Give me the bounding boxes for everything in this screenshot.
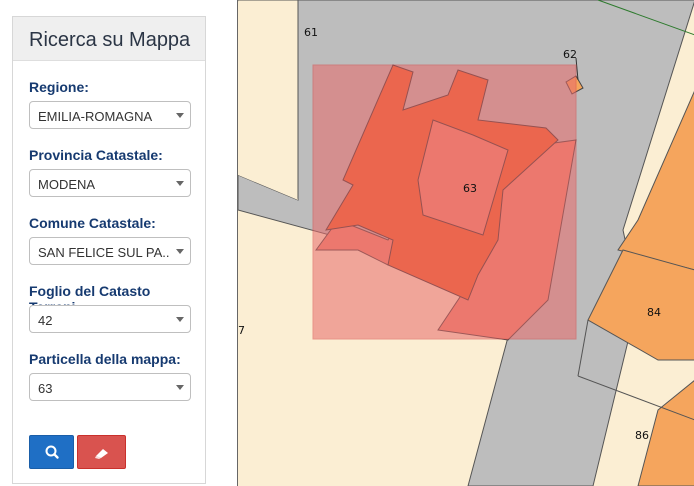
particella-select[interactable]: 63: [29, 373, 191, 401]
chevron-down-icon: [176, 181, 184, 186]
search-icon: [45, 445, 59, 459]
panel-title: Ricerca su Mappa: [29, 29, 191, 51]
chevron-down-icon: [176, 249, 184, 254]
regione-value: EMILIA-ROMAGNA: [38, 109, 153, 124]
parcel-label-86: 86: [635, 429, 649, 442]
particella-value: 63: [38, 381, 53, 396]
search-button[interactable]: [29, 435, 74, 469]
clear-button[interactable]: [77, 435, 126, 469]
provincia-value: MODENA: [38, 177, 96, 192]
comune-value: SAN FELICE SUL PA...: [38, 245, 170, 260]
particella-label: Particella della mappa:: [29, 351, 181, 367]
cadastral-map[interactable]: 61 62 63 84 86 7: [237, 0, 694, 486]
provincia-select[interactable]: MODENA: [29, 169, 191, 197]
selection-overlay: [312, 64, 577, 340]
parcel-label-7: 7: [238, 324, 245, 337]
map-canvas: [238, 0, 694, 486]
chevron-down-icon: [176, 385, 184, 390]
provincia-label: Provincia Catastale:: [29, 147, 163, 163]
parcel-label-63: 63: [463, 182, 477, 195]
foglio-value: 42: [38, 313, 53, 328]
eraser-icon: [95, 449, 108, 459]
regione-label: Regione:: [29, 79, 89, 95]
parcel-label-84: 84: [647, 306, 661, 319]
comune-label: Comune Catastale:: [29, 215, 156, 231]
search-panel: Ricerca su Mappa Regione: EMILIA-ROMAGNA…: [12, 16, 206, 484]
regione-select[interactable]: EMILIA-ROMAGNA: [29, 101, 191, 129]
parcel-label-61: 61: [304, 26, 318, 39]
chevron-down-icon: [176, 113, 184, 118]
parcel-label-62: 62: [563, 48, 577, 61]
comune-select[interactable]: SAN FELICE SUL PA...: [29, 237, 191, 265]
foglio-select[interactable]: 42: [29, 305, 191, 333]
chevron-down-icon: [176, 317, 184, 322]
